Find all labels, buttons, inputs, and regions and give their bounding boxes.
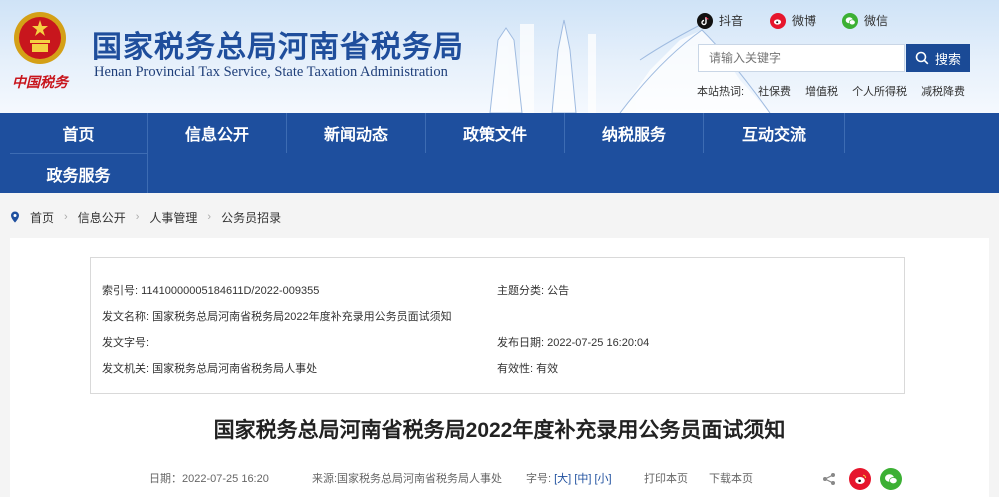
font-size-medium[interactable]: [中] <box>574 473 591 485</box>
site-header: 中国税务 国家税务总局河南省税务局 Henan Provincial Tax S… <box>0 0 999 113</box>
nav-item-info-disclosure[interactable]: 信息公开 <box>148 113 287 153</box>
breadcrumb-civil-service-recruitment[interactable]: 公务员招录 <box>221 209 281 226</box>
meta-topic-value: 公告 <box>547 285 570 297</box>
meta-validity: 有效性: 有效 <box>497 360 558 376</box>
font-size-label: 字号: <box>526 473 552 485</box>
meta-org: 发文机关: 国家税务总局河南省税务局人事处 <box>102 360 317 376</box>
weibo-share-icon[interactable] <box>849 468 871 490</box>
document-metadata: 索引号: 11410000005184611D/2022-009355 主题分类… <box>90 257 905 394</box>
weibo-icon <box>770 12 786 29</box>
chevron-right-icon: › <box>207 211 212 223</box>
chevron-right-icon: › <box>64 211 68 223</box>
national-emblem-icon <box>14 12 66 64</box>
search-input[interactable] <box>698 44 905 72</box>
meta-date: 发布日期: 2022-07-25 16:20:04 <box>497 334 649 350</box>
nav-item-policy[interactable]: 政策文件 <box>426 113 565 153</box>
meta-index-value: 11410000005184611D/2022-009355 <box>141 285 320 297</box>
meta-index-label: 索引号: <box>102 285 139 297</box>
site-subtitle: Henan Provincial Tax Service, State Taxa… <box>94 64 448 80</box>
search-icon <box>915 51 929 65</box>
site-title: 国家税务总局河南省税务局 <box>92 30 464 65</box>
wechat-label: 微信 <box>864 14 889 28</box>
nav-item-government-service[interactable]: 政务服务 <box>10 153 148 193</box>
nav-item-news[interactable]: 新闻动态 <box>287 113 426 153</box>
weibo-link[interactable]: 微博 <box>770 12 816 29</box>
breadcrumb-home[interactable]: 首页 <box>30 209 54 226</box>
article-title: 国家税务总局河南省税务局2022年度补充录用公务员面试须知 <box>213 419 786 442</box>
hot-keyword[interactable]: 减税降费 <box>921 83 965 99</box>
meta-name: 发文名称: 国家税务总局河南省税务局2022年度补充录用公务员面试须知 <box>102 308 452 324</box>
hot-keywords-label: 本站热词: <box>697 86 745 98</box>
font-size-large[interactable]: [大] <box>554 473 571 485</box>
meta-topic-label: 主题分类: <box>497 285 545 297</box>
chevron-right-icon: › <box>135 211 140 223</box>
douyin-icon <box>697 12 713 29</box>
nav-item-tax-service[interactable]: 纳税服务 <box>565 113 704 153</box>
hot-keyword[interactable]: 个人所得税 <box>852 83 907 99</box>
nav-item-interaction[interactable]: 互动交流 <box>704 113 845 153</box>
breadcrumb-info-disclosure[interactable]: 信息公开 <box>78 209 126 226</box>
meta-date-label: 发布日期: <box>497 337 545 349</box>
meta-name-label: 发文名称: <box>102 311 150 323</box>
article-date: 日期：2022-07-25 16:20 <box>149 473 269 485</box>
meta-validity-value: 有效 <box>536 363 559 375</box>
hot-keyword[interactable]: 社保费 <box>758 83 791 99</box>
meta-docno: 发文字号: <box>102 334 149 350</box>
meta-validity-label: 有效性: <box>497 363 534 375</box>
douyin-link[interactable]: 抖音 <box>697 12 743 29</box>
wechat-link[interactable]: 微信 <box>842 12 888 29</box>
meta-org-value: 国家税务总局河南省税务局人事处 <box>152 363 318 375</box>
location-pin-icon <box>11 211 19 223</box>
nav-item-home[interactable]: 首页 <box>10 113 148 153</box>
weibo-label: 微博 <box>792 14 817 28</box>
main-nav: 首页 信息公开 新闻动态 政策文件 纳税服务 互动交流 政务服务 <box>0 113 999 193</box>
douyin-label: 抖音 <box>719 14 744 28</box>
meta-date-value: 2022-07-25 16:20:04 <box>547 337 650 349</box>
meta-index: 索引号: 11410000005184611D/2022-009355 <box>102 282 319 298</box>
breadcrumb: 首页 › 信息公开 › 人事管理 › 公务员招录 <box>10 203 281 231</box>
font-size-small[interactable]: [小] <box>595 473 612 485</box>
wechat-icon <box>842 12 858 29</box>
meta-org-label: 发文机关: <box>102 363 150 375</box>
article-source: 来源:国家税务总局河南省税务局人事处 <box>312 473 503 485</box>
share-icon[interactable] <box>818 468 840 490</box>
hot-keyword[interactable]: 增值税 <box>805 83 838 99</box>
breadcrumb-personnel[interactable]: 人事管理 <box>149 209 197 226</box>
download-link[interactable]: 下载本页 <box>709 470 753 486</box>
search-button[interactable]: 搜索 <box>906 44 970 72</box>
font-size-controls: 字号: [大] [中] [小] <box>526 470 612 486</box>
meta-name-value: 国家税务总局河南省税务局2022年度补充录用公务员面试须知 <box>152 311 452 323</box>
meta-topic: 主题分类: 公告 <box>497 282 569 298</box>
search-button-label: 搜索 <box>934 51 961 67</box>
wechat-share-icon[interactable] <box>880 468 902 490</box>
print-link[interactable]: 打印本页 <box>644 470 688 486</box>
hot-keywords: 本站热词: 社保费 增值税 个人所得税 减税降费 <box>697 83 965 99</box>
tax-logo-text: 中国税务 <box>12 75 68 91</box>
meta-docno-label: 发文字号: <box>102 337 150 349</box>
